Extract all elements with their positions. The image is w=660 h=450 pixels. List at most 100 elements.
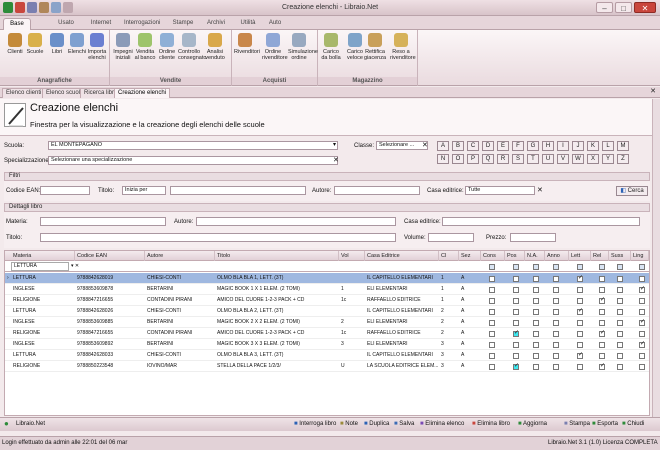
action-button-6[interactable]: ■ Elimina libro: [472, 421, 510, 427]
table-row[interactable]: INGLESE 9788853609878 BERTARINI MAGIC BOOK …: [5, 284, 649, 295]
ribbon-button-7[interactable]: Vendita al banco: [134, 33, 156, 61]
doctab-creazione-elenchi[interactable]: Creazione elenchi: [114, 88, 171, 98]
letter-button[interactable]: W: [572, 154, 584, 164]
row-checkbox[interactable]: [533, 364, 539, 370]
filter-checkbox[interactable]: [577, 264, 583, 270]
ribbon-button-1[interactable]: Clienti: [4, 33, 26, 55]
row-checkbox[interactable]: [599, 287, 605, 293]
filter-checkbox[interactable]: [599, 264, 605, 270]
letter-button[interactable]: T: [527, 154, 539, 164]
row-checkbox[interactable]: [577, 287, 583, 293]
maximize-button[interactable]: □: [615, 2, 632, 13]
row-checkbox[interactable]: [513, 342, 519, 348]
table-row[interactable]: INGLESE 9788853609892 BERTARINI MAGIC BOOK …: [5, 339, 649, 350]
ribbon-button-15[interactable]: Carico veloce: [344, 33, 366, 61]
table-row[interactable]: LETTURA 9788842628026 CHIESI-CONTI OLMO BLA…: [5, 306, 649, 317]
row-checkbox[interactable]: [489, 298, 495, 304]
letter-button[interactable]: L: [602, 141, 614, 151]
row-checkbox[interactable]: [599, 296, 605, 304]
ribbon-button-8[interactable]: Ordine cliente: [156, 33, 178, 61]
action-button-7[interactable]: ■ Aggiorna: [518, 421, 547, 427]
filter-checkbox[interactable]: [489, 264, 495, 270]
row-checkbox[interactable]: [513, 309, 519, 315]
row-checkbox[interactable]: [533, 276, 539, 282]
row-checkbox[interactable]: [533, 320, 539, 326]
row-checkbox[interactable]: [553, 320, 559, 326]
row-checkbox[interactable]: [577, 351, 583, 359]
row-checkbox[interactable]: [533, 342, 539, 348]
row-checkbox[interactable]: [639, 331, 645, 337]
row-checkbox[interactable]: [489, 287, 495, 293]
letter-button[interactable]: Z: [617, 154, 629, 164]
row-checkbox[interactable]: [533, 353, 539, 359]
row-checkbox[interactable]: [639, 298, 645, 304]
doctab-elenco-clienti[interactable]: Elenco clienti: [2, 88, 46, 98]
row-checkbox[interactable]: [617, 364, 623, 370]
row-checkbox[interactable]: [533, 331, 539, 337]
ribbon-button-17[interactable]: Reso a rivenditore: [390, 33, 416, 61]
tab-internet[interactable]: Internet: [88, 18, 114, 30]
letter-button[interactable]: S: [512, 154, 524, 164]
action-button-8[interactable]: ■ Stampa: [564, 421, 590, 427]
row-checkbox[interactable]: [577, 331, 583, 337]
filter-checkbox[interactable]: [553, 264, 559, 270]
row-checkbox[interactable]: [553, 364, 559, 370]
row-checkbox[interactable]: [617, 342, 623, 348]
row-checkbox[interactable]: [639, 309, 645, 315]
ribbon-button-2[interactable]: Scuole: [24, 33, 46, 55]
titolo-input[interactable]: [170, 186, 306, 195]
row-checkbox[interactable]: [599, 320, 605, 326]
row-checkbox[interactable]: [553, 309, 559, 315]
row-checkbox[interactable]: [553, 276, 559, 282]
scuola-select[interactable]: EL MONTEPAGANO: [48, 141, 338, 150]
letter-button[interactable]: G: [527, 141, 539, 151]
row-checkbox[interactable]: [489, 320, 495, 326]
table-row[interactable]: INGLESE 9788853609885 BERTARINI MAGIC BOOK …: [5, 317, 649, 328]
row-checkbox[interactable]: [617, 331, 623, 337]
letter-button[interactable]: J: [572, 141, 584, 151]
row-checkbox[interactable]: [553, 331, 559, 337]
letter-button[interactable]: I: [557, 141, 569, 151]
titolo-mode-select[interactable]: Inizia per: [122, 186, 166, 195]
row-checkbox[interactable]: [577, 274, 583, 282]
close-tab-icon[interactable]: ✕: [650, 87, 656, 95]
filter-checkbox[interactable]: [617, 264, 623, 270]
row-checkbox[interactable]: [513, 362, 519, 370]
row-checkbox[interactable]: [639, 285, 645, 293]
ribbon-button-10[interactable]: Analisi venduto: [204, 33, 226, 61]
tab-utilita[interactable]: Utilità: [238, 18, 258, 30]
autore-input[interactable]: [334, 186, 420, 195]
row-checkbox[interactable]: [617, 287, 623, 293]
row-checkbox[interactable]: [513, 329, 519, 337]
filter-checkbox[interactable]: [533, 264, 539, 270]
chevron-down-icon[interactable]: ▾: [333, 141, 336, 148]
ribbon-button-13[interactable]: Simulazione ordine: [288, 33, 318, 61]
row-checkbox[interactable]: [617, 276, 623, 282]
row-checkbox[interactable]: [513, 320, 519, 326]
row-checkbox[interactable]: [489, 364, 495, 370]
action-button-10[interactable]: ■ Chiudi: [622, 421, 644, 427]
action-button-9[interactable]: ■ Esporta: [592, 421, 618, 427]
letter-button[interactable]: X: [587, 154, 599, 164]
row-checkbox[interactable]: [639, 364, 645, 370]
row-checkbox[interactable]: [489, 309, 495, 315]
row-checkbox[interactable]: [639, 318, 645, 326]
letter-button[interactable]: F: [512, 141, 524, 151]
letter-button[interactable]: K: [587, 141, 599, 151]
minimize-button[interactable]: –: [596, 2, 613, 13]
letter-button[interactable]: M: [617, 141, 629, 151]
action-button-4[interactable]: ■ Salva: [394, 421, 414, 427]
letter-button[interactable]: Y: [602, 154, 614, 164]
row-checkbox[interactable]: [617, 298, 623, 304]
action-button-3[interactable]: ■ Duplica: [364, 421, 389, 427]
ribbon-button-3[interactable]: Libri: [46, 33, 68, 55]
letter-button[interactable]: N: [437, 154, 449, 164]
letter-button[interactable]: H: [542, 141, 554, 151]
row-checkbox[interactable]: [577, 298, 583, 304]
row-checkbox[interactable]: [513, 287, 519, 293]
action-button-2[interactable]: ■ Note: [340, 421, 358, 427]
row-checkbox[interactable]: [577, 320, 583, 326]
row-checkbox[interactable]: [489, 276, 495, 282]
close-button[interactable]: ✕: [634, 2, 656, 13]
letter-button[interactable]: Q: [482, 154, 494, 164]
